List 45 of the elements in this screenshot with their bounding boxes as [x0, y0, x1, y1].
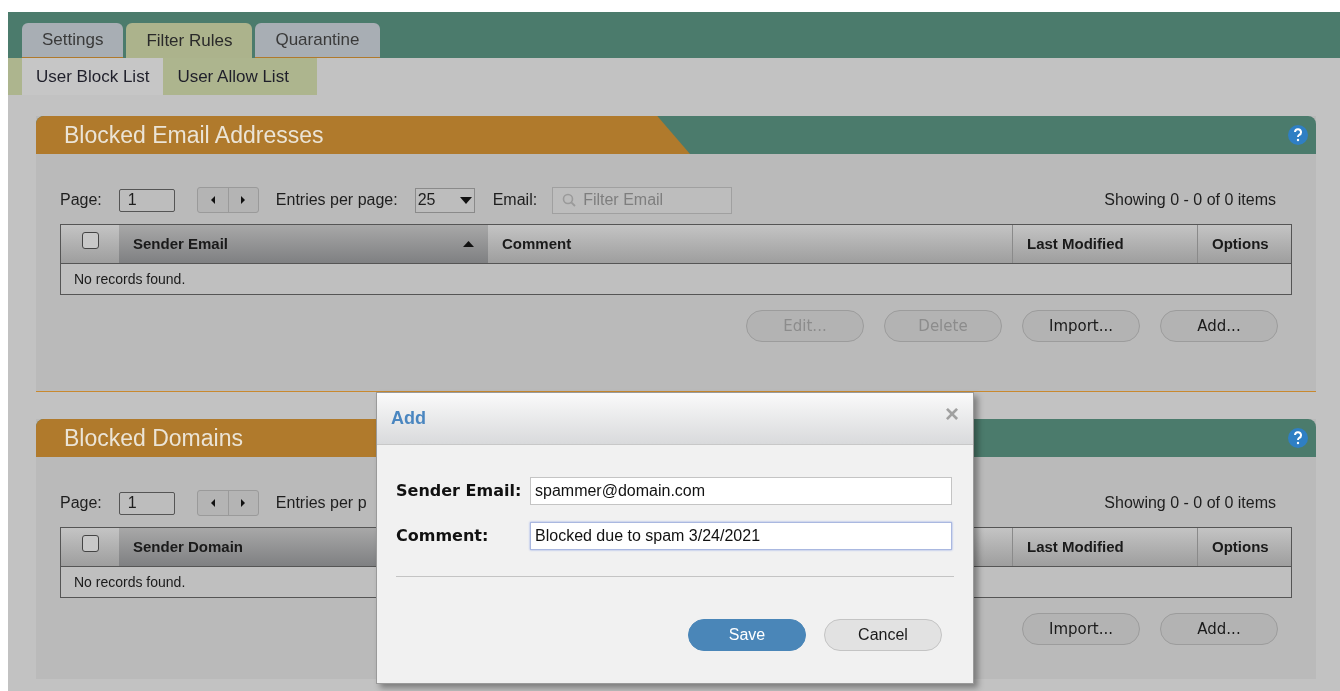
field-label: Comment:: [396, 525, 490, 547]
empty-message: No records found.: [74, 572, 186, 592]
column-header[interactable]: Options: [1197, 225, 1291, 263]
column-header[interactable]: Last Modified: [1012, 225, 1197, 263]
filter-field[interactable]: Filter Email: [552, 186, 733, 214]
checkbox[interactable]: [81, 534, 99, 552]
action-button[interactable]: Add...: [1160, 613, 1278, 645]
tab[interactable]: Quarantine: [255, 23, 380, 58]
page-field[interactable]: 1: [118, 188, 175, 212]
column-header[interactable]: Last Modified: [1012, 528, 1197, 566]
action-button[interactable]: Import...: [1022, 310, 1140, 342]
item-count: Showing 0 - 0 of 0 items: [1104, 493, 1276, 513]
input-field[interactable]: spammer@domain.com: [530, 477, 952, 505]
triangle-right-icon: [239, 497, 248, 509]
help-icon[interactable]: [1288, 125, 1308, 145]
field-label: Sender Email:: [396, 480, 523, 502]
dialog-title: Add: [391, 407, 426, 430]
filter-label: Email:: [492, 190, 538, 210]
caret-icon: [459, 196, 472, 204]
panel-title: Blocked Email Addresses: [64, 120, 324, 150]
entries-label: Entries per page:: [275, 190, 398, 210]
panel-title: Blocked Domains: [64, 423, 243, 453]
page-label: Page:: [60, 190, 102, 210]
tab[interactable]: Settings: [22, 23, 124, 58]
sort-ascending-icon: [463, 241, 474, 247]
action-button[interactable]: Add...: [1160, 310, 1278, 342]
entries-label: Entries per p: [275, 493, 367, 513]
column-header[interactable]: Sender Email: [119, 225, 488, 263]
column-header[interactable]: Comment: [488, 225, 1012, 263]
help-icon[interactable]: [1288, 428, 1308, 448]
page-label: Page:: [60, 493, 102, 513]
empty-message: No records found.: [74, 269, 186, 289]
cancel-button[interactable]: Cancel: [824, 619, 942, 651]
column-header[interactable]: Options: [1197, 528, 1291, 566]
checkbox[interactable]: [81, 231, 99, 249]
page-field[interactable]: 1: [118, 491, 175, 515]
subtab[interactable]: User Block List: [22, 58, 164, 95]
tab[interactable]: Filter Rules: [126, 23, 253, 58]
input-field[interactable]: Blocked due to spam 3/24/2021: [530, 522, 952, 550]
action-button[interactable]: Import...: [1022, 613, 1140, 645]
subtab[interactable]: User Allow List: [163, 58, 303, 95]
save-button[interactable]: Save: [688, 619, 806, 651]
triangle-right-icon: [239, 194, 248, 206]
item-count: Showing 0 - 0 of 0 items: [1104, 190, 1276, 210]
entries-dropdown[interactable]: 25: [414, 187, 475, 213]
